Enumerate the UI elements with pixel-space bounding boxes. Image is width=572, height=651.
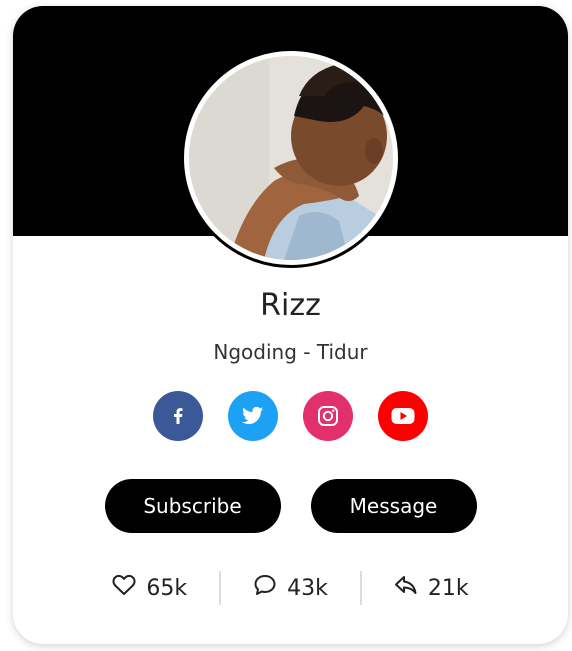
- comment-icon: [253, 574, 277, 602]
- avatar-ring: [181, 48, 401, 268]
- social-links: [13, 391, 568, 441]
- stat-likes[interactable]: 65k: [80, 574, 219, 602]
- twitter-icon[interactable]: [228, 391, 278, 441]
- subscribe-button[interactable]: Subscribe: [104, 479, 281, 533]
- likes-count: 65k: [146, 575, 188, 601]
- reply-icon: [394, 574, 418, 602]
- profile-name: Rizz: [260, 288, 321, 323]
- stat-comments[interactable]: 43k: [221, 574, 360, 602]
- avatar: [189, 56, 393, 260]
- facebook-icon[interactable]: [153, 391, 203, 441]
- profile-card: Rizz Ngoding - Tidur Subscribe Message 6…: [13, 6, 568, 644]
- instagram-icon[interactable]: [303, 391, 353, 441]
- message-button[interactable]: Message: [310, 479, 477, 533]
- heart-icon: [112, 574, 136, 602]
- avatar-photo: [189, 56, 393, 260]
- action-buttons: Subscribe Message: [13, 479, 568, 533]
- youtube-icon[interactable]: [378, 391, 428, 441]
- stat-shares[interactable]: 21k: [362, 574, 501, 602]
- profile-role: Ngoding - Tidur: [213, 340, 368, 364]
- comments-count: 43k: [287, 575, 328, 601]
- stats-bar: 65k 43k 21k: [13, 571, 568, 605]
- shares-count: 21k: [427, 575, 469, 601]
